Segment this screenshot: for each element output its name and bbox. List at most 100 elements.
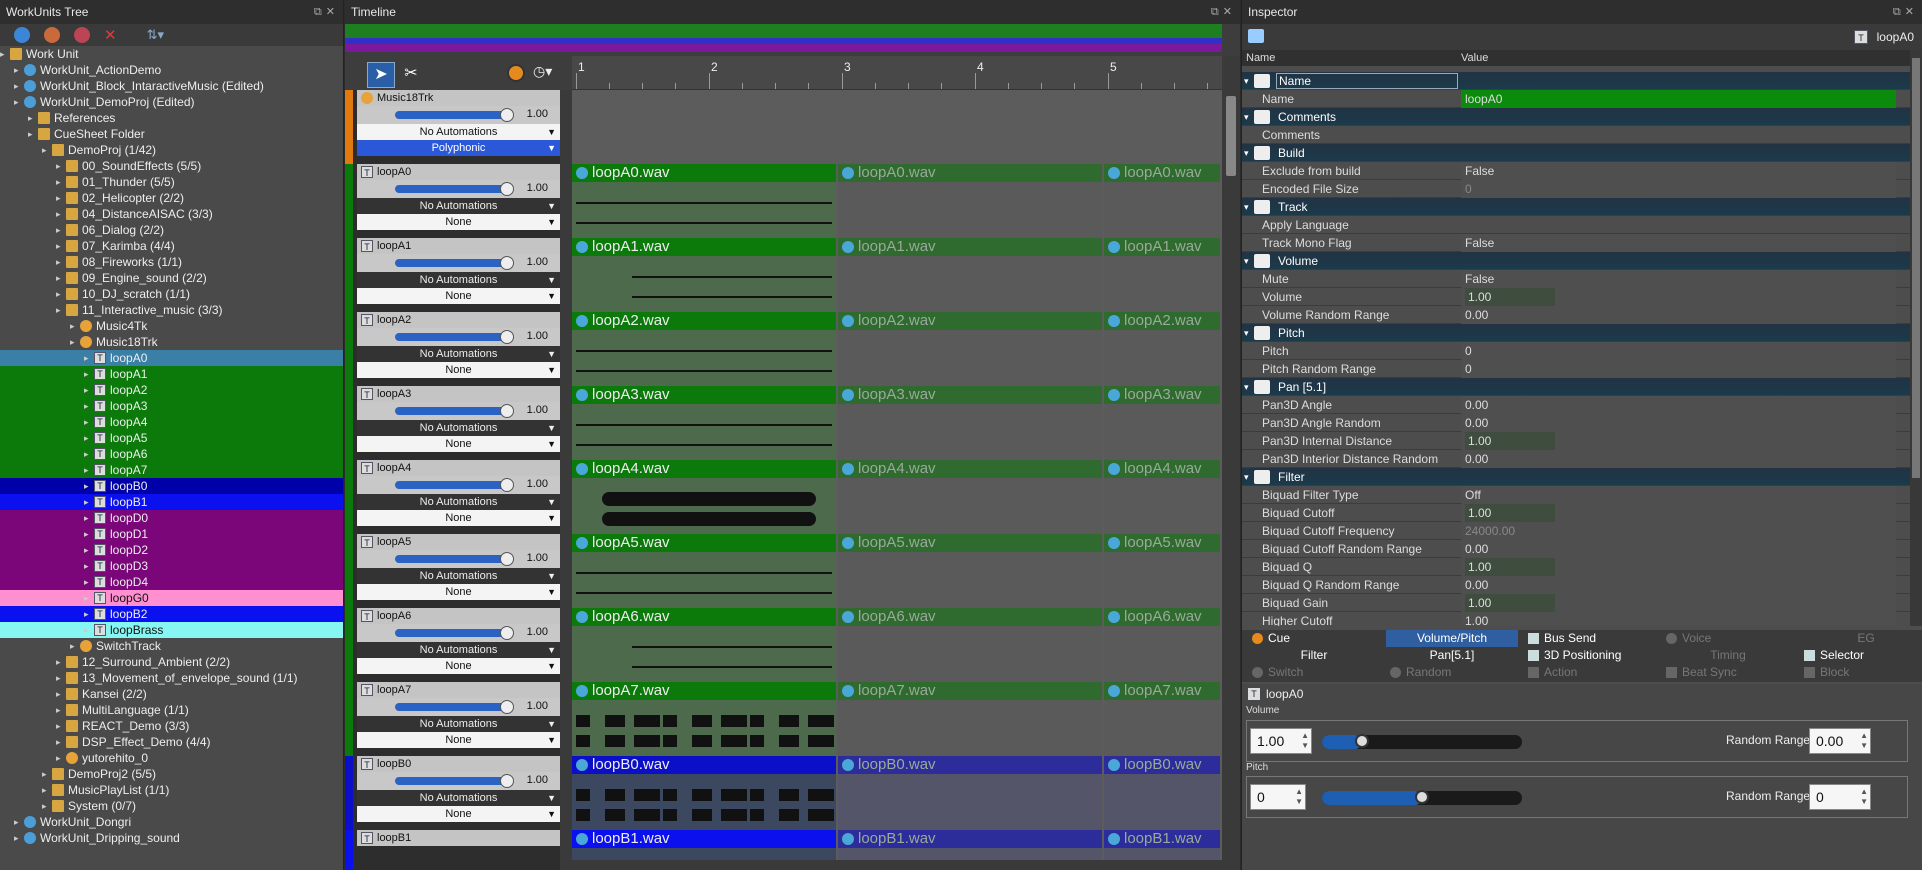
expand-arrow-icon[interactable]: ▸ [56,190,61,206]
property-row[interactable]: Pan3D Interior Distance Random 0.00 [1242,450,1910,468]
collapse-arrow-icon[interactable]: ▾ [1244,324,1249,342]
track-header[interactable]: TloopA2 1.00 No Automations ▼ None ▼ [345,312,560,386]
tree-item[interactable]: ▸ TloopA4 [0,414,343,430]
list-view-icon[interactable] [1248,29,1264,43]
expand-arrow-icon[interactable]: ▸ [14,814,19,830]
tree-item[interactable]: ▸ yutorehito_0 [0,750,343,766]
expand-arrow-icon[interactable]: ▸ [84,446,89,462]
track-lane[interactable]: loopA4.wav loopA4.wav loopA4.wav [572,460,1222,534]
dropdown-arrow-icon[interactable]: ▼ [547,568,556,584]
track-volume-slider[interactable] [395,626,514,640]
automation-dropdown[interactable]: No Automations ▼ [357,494,560,510]
tree-item[interactable]: ▸ TloopB2 [0,606,343,622]
expand-arrow-icon[interactable]: ▸ [28,126,33,142]
tree-item[interactable]: ▸ WorkUnit_ActionDemo [0,62,343,78]
panel-controls[interactable]: ⧉✕ [1211,5,1236,19]
timeline-lanes[interactable]: 12345 loopA0.wav loopA0.wav loopA0.wav loop… [572,56,1222,860]
property-value[interactable]: 0.00 [1461,396,1896,414]
tree-item[interactable]: ▸ TloopB0 [0,478,343,494]
waveform-clip[interactable]: loopB0.wav [838,756,1102,830]
property-row[interactable]: Pan3D Angle Random 0.00 [1242,414,1910,432]
tree-item[interactable]: ▸ System (0/7) [0,798,343,814]
expand-arrow-icon[interactable]: ▸ [42,798,47,814]
property-value[interactable]: 0.00 [1461,414,1896,432]
waveform-clip[interactable]: loopA0.wav [572,164,836,238]
track-volume-row[interactable]: 1.00 [357,180,560,198]
expand-arrow-icon[interactable]: ▸ [56,206,61,222]
tree-item[interactable]: ▸ REACT_Demo (3/3) [0,718,343,734]
collapse-arrow-icon[interactable]: ▾ [1244,252,1249,270]
property-row[interactable]: Track Mono Flag False [1242,234,1910,252]
tab-volume-pitch[interactable]: Volume/Pitch [1386,630,1518,647]
dropdown-arrow-icon[interactable]: ▼ [547,806,556,822]
new-workunit-icon[interactable] [14,27,30,43]
property-row[interactable]: Encoded File Size 0 [1242,180,1910,198]
collapse-arrow-icon[interactable]: ▾ [1244,378,1249,396]
expand-arrow-icon[interactable]: ▸ [56,222,61,238]
track-header[interactable]: TloopA7 1.00 No Automations ▼ None ▼ [345,682,560,756]
property-row[interactable]: Biquad Q 1.00 [1242,558,1910,576]
volume-random-spinbox[interactable]: 0.00 ▲ ▼ [1809,728,1871,754]
spin-arrows-icon[interactable]: ▲ ▼ [1860,731,1868,751]
tree-item[interactable]: ▸ TloopB1 [0,494,343,510]
cue-header[interactable]: Music18Trk 1.00 No Automations ▼ Polyphonic ▼ [345,90,560,164]
tree-item[interactable]: ▸ TloopA3 [0,398,343,414]
waveform-clip[interactable]: loopA1.wav [1104,238,1220,312]
waveform-clip[interactable]: loopA6.wav [1104,608,1220,682]
tree-item[interactable]: ▸ TloopA1 [0,366,343,382]
property-scrollbar[interactable] [1910,50,1922,626]
pitch-slider[interactable] [1322,790,1522,805]
collapse-arrow-icon[interactable]: ▾ [1244,108,1249,126]
cue-volume-slider[interactable] [395,108,514,122]
tree-item[interactable]: ▸ 00_SoundEffects (5/5) [0,158,343,174]
track-volume-slider[interactable] [395,404,514,418]
dropdown-arrow-icon[interactable]: ▼ [547,658,556,674]
tree-item[interactable]: ▸ TloopA6 [0,446,343,462]
slider-knob[interactable] [500,404,514,418]
track-volume-row[interactable]: 1.00 [357,624,560,642]
expand-arrow-icon[interactable]: ▸ [70,334,75,350]
selector-dropdown[interactable]: None ▼ [357,732,560,748]
automation-dropdown[interactable]: No Automations ▼ [357,568,560,584]
dropdown-arrow-icon[interactable]: ▼ [547,272,556,288]
expand-arrow-icon[interactable]: ▸ [84,542,89,558]
track-header[interactable]: TloopB1 [345,830,560,870]
property-section-pitch[interactable]: ▾ Pitch [1242,324,1910,342]
collapse-arrow-icon[interactable]: ▾ [1244,468,1249,486]
waveform-clip[interactable]: loopA7.wav [838,682,1102,756]
selector-dropdown[interactable]: None ▼ [357,288,560,304]
spin-arrows-icon[interactable]: ▲ ▼ [1301,731,1309,751]
collapse-arrow-icon[interactable]: ▾ [1244,198,1249,216]
property-row[interactable]: Biquad Cutoff Random Range 0.00 [1242,540,1910,558]
expand-arrow-icon[interactable]: ▸ [14,62,19,78]
tree-item[interactable]: ▸ 10_DJ_scratch (1/1) [0,286,343,302]
tree-item[interactable]: ▸ 01_Thunder (5/5) [0,174,343,190]
track-lane[interactable]: loopA7.wav loopA7.wav loopA7.wav [572,682,1222,756]
property-grid[interactable]: ▾ Name Name loopA0 ▾ Comments Comments ▾ Build Ex… [1242,72,1910,626]
waveform-clip[interactable]: loopA2.wav [838,312,1102,386]
waveform-clip[interactable]: loopB1.wav [572,830,836,860]
expand-arrow-icon[interactable]: ▸ [28,110,33,126]
pitch-random-spinbox[interactable]: 0 ▲ ▼ [1809,784,1871,810]
property-value[interactable]: Off [1461,486,1896,504]
panel-controls[interactable]: ⧉✕ [314,5,339,19]
property-section-comments[interactable]: ▾ Comments [1242,108,1910,126]
select-tool-icon[interactable]: ➤ [367,62,395,88]
waveform-clip[interactable]: loopA1.wav [838,238,1102,312]
tree-item[interactable]: ▸ WorkUnit_DemoProj (Edited) [0,94,343,110]
expand-arrow-icon[interactable]: ▸ [70,318,75,334]
expand-arrow-icon[interactable]: ▸ [84,350,89,366]
property-row[interactable]: Biquad Gain 1.00 [1242,594,1910,612]
expand-arrow-icon[interactable]: ▸ [42,782,47,798]
track-volume-slider[interactable] [395,774,514,788]
waveform-clip[interactable]: loopB1.wav [1104,830,1220,860]
selector-dropdown[interactable]: None ▼ [357,658,560,674]
tree-item[interactable]: ▸ 11_Interactive_music (3/3) [0,302,343,318]
track-volume-row[interactable]: 1.00 [357,328,560,346]
expand-arrow-icon[interactable]: ▸ [84,366,89,382]
expand-arrow-icon[interactable]: ▸ [56,302,61,318]
selector-dropdown[interactable]: None ▼ [357,584,560,600]
tree-item[interactable]: ▸ 09_Engine_sound (2/2) [0,270,343,286]
property-value[interactable]: False [1461,162,1896,180]
track-lane[interactable]: loopA2.wav loopA2.wav loopA2.wav [572,312,1222,386]
